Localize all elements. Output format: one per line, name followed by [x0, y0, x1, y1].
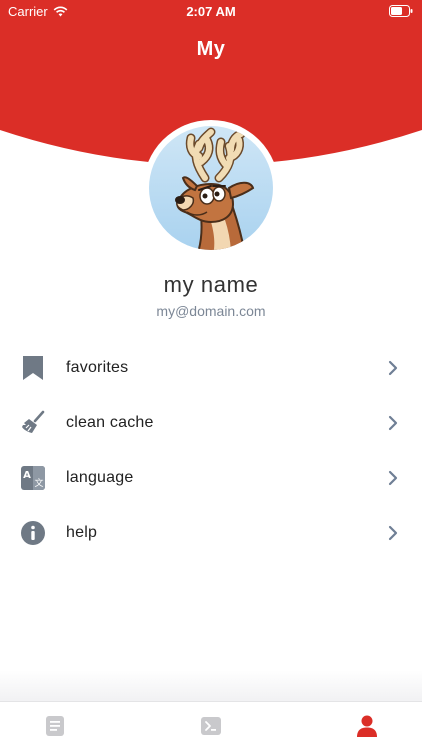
deer-avatar-icon	[149, 126, 273, 250]
user-icon	[357, 715, 377, 737]
menu-item-help[interactable]: help	[0, 505, 422, 560]
status-time: 2:07 AM	[186, 4, 236, 19]
profile-screen: Carrier 2:07 AM My my name my@domain.com…	[0, 0, 422, 750]
translate-icon: A 文	[20, 465, 46, 491]
page-title: My	[196, 38, 226, 60]
menu-item-label: clean cache	[66, 413, 154, 431]
tab-bar	[0, 701, 422, 750]
user-name: my name	[163, 272, 259, 297]
tab-documents[interactable]	[43, 714, 67, 738]
chevron-right-icon	[388, 470, 398, 485]
tabbar-shadow	[0, 670, 422, 702]
chevron-right-icon	[388, 415, 398, 430]
svg-text:A: A	[23, 470, 31, 481]
chevron-right-icon	[388, 525, 398, 540]
battery-icon	[389, 5, 413, 17]
settings-menu: favorites clean cache A 文 language help	[0, 340, 422, 560]
menu-item-language[interactable]: A 文 language	[0, 450, 422, 505]
broom-icon	[20, 410, 46, 436]
avatar[interactable]	[143, 120, 279, 256]
user-email: my@domain.com	[156, 303, 266, 319]
tab-profile[interactable]	[355, 714, 379, 738]
menu-item-label: language	[66, 468, 134, 486]
document-icon	[46, 716, 64, 736]
tab-terminal[interactable]	[199, 714, 223, 738]
chevron-right-icon	[388, 360, 398, 375]
menu-item-clean-cache[interactable]: clean cache	[0, 395, 422, 450]
terminal-icon	[201, 717, 221, 735]
info-icon	[20, 520, 46, 546]
menu-item-label: help	[66, 523, 98, 541]
menu-item-favorites[interactable]: favorites	[0, 340, 422, 395]
bookmark-icon	[20, 355, 46, 381]
menu-item-label: favorites	[66, 358, 129, 376]
svg-text:文: 文	[34, 477, 43, 489]
status-bar: Carrier 2:07 AM	[0, 0, 422, 22]
